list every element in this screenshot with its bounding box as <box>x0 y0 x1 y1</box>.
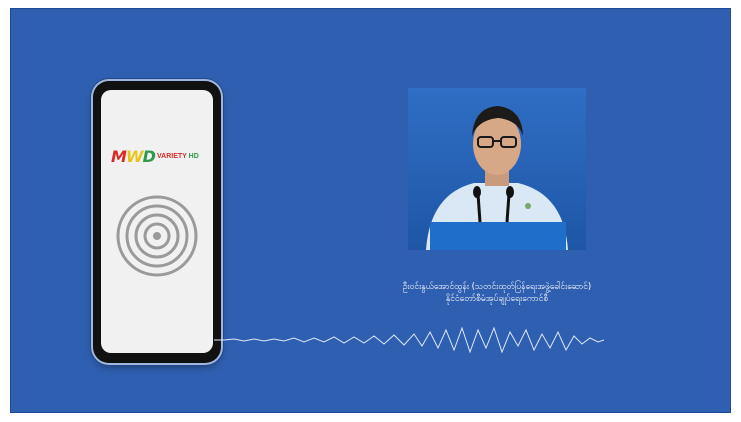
phone-screen: MWD VARIETY HD <box>101 90 213 353</box>
logo-letters: MWD <box>111 147 156 166</box>
sound-rings-icon <box>116 195 198 277</box>
speaker-organization: နိုင်ငံတော်စီမံအုပ်ချုပ်ရေးကောင်စီ <box>445 294 549 304</box>
speaker-caption: ဦးဝင်းနွယ်အောင်ထွန်း (သတင်းထုတ်ပြန်ရေးအဖ… <box>352 281 642 305</box>
logo-letter-m: M <box>111 147 127 166</box>
speaker-photo <box>408 88 586 250</box>
speaker-illustration <box>408 88 586 250</box>
logo-letter-d: D <box>142 147 156 166</box>
mwd-variety-logo: MWD VARIETY HD <box>111 147 213 167</box>
smartphone: MWD VARIETY HD <box>93 81 221 363</box>
video-frame: MWD VARIETY HD ဦးဝင်းနွယ်အောင်ထွန်း (သတင… <box>10 8 731 413</box>
logo-subtitle: VARIETY HD <box>157 153 199 160</box>
logo-hd-text: HD <box>188 153 199 160</box>
logo-variety-text: VARIETY <box>157 153 187 160</box>
logo-letter-w: W <box>125 147 144 166</box>
audio-waveform <box>214 326 604 354</box>
speaker-name-title: ဦးဝင်းနွယ်အောင်ထွန်း (သတင်းထုတ်ပြန်ရေးအဖ… <box>402 282 592 292</box>
